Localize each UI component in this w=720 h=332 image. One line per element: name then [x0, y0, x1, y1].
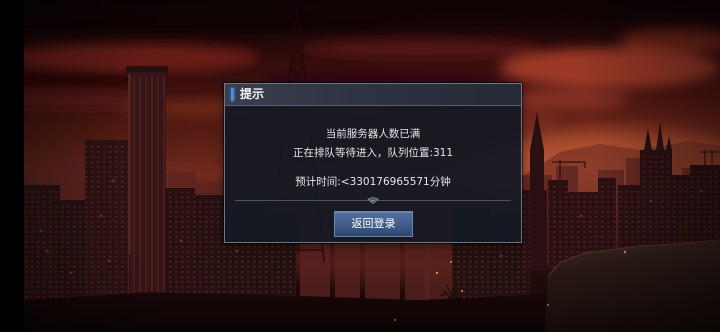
return-to-login-button[interactable]: 返回登录 — [334, 211, 413, 237]
dialog-header: 提示 — [225, 84, 521, 106]
queue-position-message: 正在排队等待进入，队列位置:311 — [292, 147, 454, 159]
diamond-icon — [367, 197, 379, 204]
divider — [235, 197, 511, 204]
dialog-title: 提示 — [240, 87, 265, 101]
server-full-dialog: 提示 当前服务器人数已满 正在排队等待进入，队列位置:311 预计时间:<330… — [224, 83, 522, 243]
game-screen: 提示 当前服务器人数已满 正在排队等待进入，队列位置:311 预计时间:<330… — [0, 0, 720, 332]
diamond-icon-shape — [367, 197, 379, 204]
estimated-time-message: 预计时间:<330176965571分钟 — [295, 176, 451, 188]
server-full-message: 当前服务器人数已满 — [325, 128, 421, 140]
header-accent-bar — [231, 88, 234, 101]
letterbox-bar — [0, 0, 24, 332]
